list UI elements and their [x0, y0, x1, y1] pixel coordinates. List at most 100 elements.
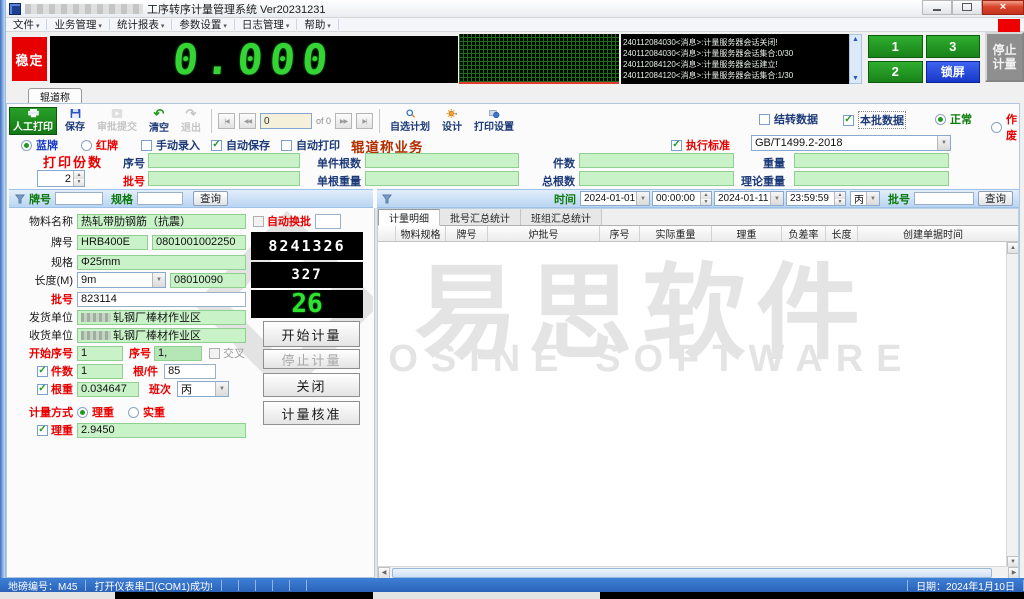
chevron-down-icon[interactable]: ▼	[770, 192, 783, 205]
col-deviation[interactable]: 负差率	[782, 226, 826, 241]
table-body[interactable]: 易思软件 EOSINE SOFTWARE	[378, 242, 1018, 568]
auto-print-checkbox[interactable]	[281, 140, 292, 151]
lock-screen-button[interactable]: 锁屏	[926, 61, 981, 84]
theory-checkbox[interactable]	[37, 425, 48, 436]
vertical-scrollbar[interactable]: ▲ ▼	[1006, 242, 1018, 568]
scrollbar-thumb[interactable]	[392, 568, 992, 578]
sender-field[interactable]: 轧钢厂棒材作业区	[77, 310, 246, 325]
menu-logs[interactable]: 日志管理	[235, 19, 297, 30]
col-material-spec[interactable]: 物料规格	[396, 226, 446, 241]
col-grade[interactable]: 牌号	[446, 226, 488, 241]
col-heat-batch[interactable]: 炉批号	[488, 226, 600, 241]
stepper-arrows[interactable]: ▲▼	[73, 171, 84, 186]
weight-field[interactable]	[794, 153, 949, 168]
blue-plate-radio[interactable]	[21, 140, 32, 151]
verify-measure-button[interactable]: 计量核准	[263, 401, 360, 425]
grade-field[interactable]: HRB400E	[77, 235, 148, 250]
right-query-button[interactable]: 查询	[978, 191, 1013, 206]
spec-field[interactable]: Φ25mm	[77, 255, 246, 270]
spec-query-input[interactable]	[137, 192, 183, 205]
carryover-checkbox[interactable]	[759, 114, 770, 125]
scroll-up-icon[interactable]: ▲	[852, 35, 859, 44]
length-code-field[interactable]: 08010090	[170, 273, 246, 288]
chevron-down-icon[interactable]: ▼	[937, 136, 950, 150]
void-radio[interactable]	[991, 122, 1002, 133]
manual-entry-checkbox-group[interactable]: 手动录入	[141, 137, 200, 153]
bar-weight-checkbox[interactable]	[37, 384, 48, 395]
bar-weight-entry-field[interactable]: 0.034647	[77, 382, 139, 397]
grade-code-field[interactable]: 0801001002250	[152, 235, 246, 250]
per-piece-field[interactable]: 85	[164, 364, 216, 379]
print-setup-button[interactable]: 打印设置	[470, 107, 518, 135]
standard-checkbox[interactable]	[671, 140, 682, 151]
material-field[interactable]: 热轧带肋钢筋（抗震）	[77, 214, 246, 229]
chevron-down-icon[interactable]: ▼	[636, 192, 649, 205]
auto-save-checkbox-group[interactable]: 自动保存	[211, 137, 270, 153]
scroll-down-icon[interactable]: ▼	[852, 74, 859, 83]
time-to-stepper[interactable]: 23:59:59 ▲▼	[786, 191, 846, 206]
date-from-combo[interactable]: 2024-01-01 ▼	[580, 191, 650, 206]
batch-field[interactable]	[148, 171, 300, 186]
tab-roller-scale[interactable]: 辊道称	[28, 88, 82, 103]
seq-field[interactable]	[148, 153, 300, 168]
restore-button[interactable]	[952, 0, 982, 15]
method-theory-radio[interactable]	[77, 407, 88, 418]
bar-weight-field[interactable]	[365, 171, 519, 186]
chevron-down-icon[interactable]: ▼	[215, 382, 228, 396]
preset-button-3[interactable]: 3	[926, 35, 981, 58]
horizontal-scrollbar[interactable]: ◀ ▶	[378, 566, 1019, 578]
standard-combo[interactable]: GB/T1499.2-2018 ▼	[751, 135, 951, 151]
blue-plate-radio-group[interactable]: 蓝牌	[21, 137, 58, 153]
menu-file[interactable]: 文件	[6, 19, 47, 30]
stepper-arrows[interactable]: ▲▼	[834, 192, 845, 205]
minimize-button[interactable]	[922, 0, 952, 15]
stepper-arrows[interactable]: ▲▼	[700, 192, 711, 205]
preset-button-2[interactable]: 2	[868, 61, 923, 84]
tab-batch-summary[interactable]: 批号汇总统计	[440, 209, 521, 225]
total-bars-field[interactable]	[579, 171, 734, 186]
chevron-down-icon[interactable]: ▼	[152, 273, 165, 287]
this-batch-checkbox[interactable]	[843, 115, 854, 126]
close-action-button[interactable]: 关闭	[263, 373, 360, 397]
auto-batch-checkbox[interactable]	[253, 216, 264, 227]
method-actual-radio[interactable]	[128, 407, 139, 418]
carryover-checkbox-group[interactable]: 结转数据	[759, 111, 818, 127]
scroll-left-icon[interactable]: ◀	[378, 567, 390, 579]
save-button[interactable]: 保存	[61, 107, 89, 135]
select-plan-button[interactable]: 自选计划	[386, 107, 434, 135]
preset-button-1[interactable]: 1	[868, 35, 923, 58]
print-copies-stepper[interactable]: 2 ▲▼	[37, 170, 85, 187]
grade-query-input[interactable]	[55, 192, 103, 205]
normal-radio[interactable]	[935, 114, 946, 125]
col-seq[interactable]: 序号	[600, 226, 640, 241]
menu-reports[interactable]: 统计报表	[110, 19, 172, 30]
left-query-button[interactable]: 查询	[193, 191, 228, 206]
receiver-field[interactable]: 轧钢厂棒材作业区	[77, 328, 246, 343]
length-combo[interactable]: 9m ▼	[77, 272, 166, 288]
col-created-time[interactable]: 创建单据时间	[858, 226, 1008, 241]
standard-checkbox-group[interactable]: 执行标准	[671, 137, 730, 153]
start-measure-button[interactable]: 开始计量	[263, 321, 360, 347]
seq2-field[interactable]: 1,	[154, 346, 202, 361]
bars-per-piece-field[interactable]	[365, 153, 519, 168]
red-plate-radio[interactable]	[81, 140, 92, 151]
clear-button[interactable]: ↶ 清空	[145, 107, 173, 135]
manual-entry-checkbox[interactable]	[141, 140, 152, 151]
theory-weight-field[interactable]	[794, 171, 949, 186]
tab-measure-detail[interactable]: 计量明细	[378, 209, 440, 226]
col-actual-weight[interactable]: 实际重量	[640, 226, 712, 241]
auto-print-checkbox-group[interactable]: 自动打印	[281, 137, 340, 153]
menu-settings[interactable]: 参数设置	[172, 19, 234, 30]
date-to-combo[interactable]: 2024-01-11 ▼	[714, 191, 784, 206]
scroll-up-icon[interactable]: ▲	[1007, 242, 1019, 254]
pieces-field[interactable]	[579, 153, 734, 168]
col-length[interactable]: 长度	[826, 226, 858, 241]
auto-save-checkbox[interactable]	[211, 140, 222, 151]
log-scrollbar[interactable]: ▲ ▼	[849, 34, 862, 84]
tab-team-summary[interactable]: 班组汇总统计	[521, 209, 602, 225]
menu-business[interactable]: 业务管理	[47, 19, 109, 30]
normal-radio-group[interactable]: 正常	[935, 111, 972, 127]
time-from-stepper[interactable]: 00:00:00 ▲▼	[652, 191, 712, 206]
batch-query-input[interactable]	[914, 192, 974, 205]
close-button[interactable]: ×	[982, 0, 1024, 15]
